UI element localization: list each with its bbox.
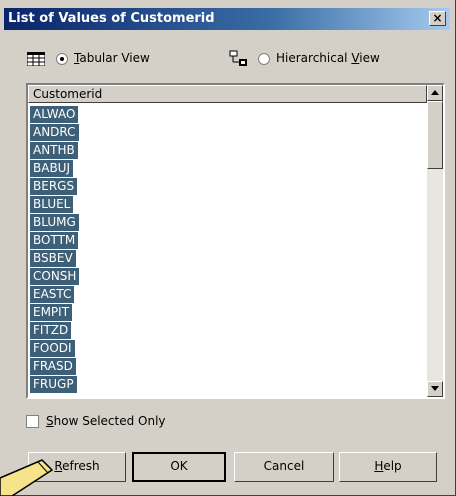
hierarchical-view-label[interactable]: Hierarchical View (276, 51, 380, 65)
list-item[interactable]: EMPIT (30, 303, 426, 321)
help-button[interactable]: Help (339, 452, 437, 482)
hierarchical-view-text-prefix: Hierarchical (276, 51, 352, 65)
help-mnemonic: H (374, 459, 384, 473)
list-rows: ALWAO ANDRC ANTHB BABUJ BERGS BLUEL BLUMG BOTTM… (30, 105, 426, 393)
list-item-text: BABUJ (30, 160, 73, 177)
list-item[interactable]: FITZD (30, 321, 426, 339)
list-item-text: BLUEL (30, 196, 74, 213)
list-item[interactable]: FOODI (30, 339, 426, 357)
list-item-text: BERGS (30, 178, 78, 195)
list-item[interactable]: BOTTM (30, 231, 426, 249)
show-selected-text: how Selected Only (53, 414, 166, 428)
tabular-view-text: abular View (79, 51, 150, 65)
list-item-text: ALWAO (30, 106, 79, 123)
table-view-icon (27, 52, 45, 66)
list-item[interactable]: ALWAO (30, 105, 426, 123)
list-item[interactable]: BABUJ (30, 159, 426, 177)
cancel-button[interactable]: Cancel (234, 452, 334, 482)
list-item[interactable]: BSBEV (30, 249, 426, 267)
view-options: Tabular View Hierarchical View (0, 44, 456, 72)
list-item[interactable]: FRASD (30, 357, 426, 375)
show-selected-mnemonic: S (46, 414, 54, 428)
list-item-text: ANTHB (30, 142, 78, 159)
list-item[interactable]: EASTC (30, 285, 426, 303)
list-item-text: BOTTM (30, 232, 79, 249)
hierarchical-view-radio[interactable] (258, 53, 270, 65)
refresh-text: efresh (62, 459, 100, 473)
hierarchy-view-icon (229, 50, 247, 66)
list-item-text: CONSH (30, 268, 80, 285)
list-item-text: FRASD (30, 358, 76, 375)
tabular-view-radio[interactable] (56, 53, 68, 65)
show-selected-only-option[interactable]: Show Selected Only (24, 412, 264, 432)
list-item[interactable]: ANTHB (30, 141, 426, 159)
scroll-thumb[interactable] (427, 101, 443, 169)
hierarchical-view-text: iew (359, 51, 380, 65)
arrow-down-icon (431, 386, 439, 391)
list-item[interactable]: CONSH (30, 267, 426, 285)
list-item-text: BLUMG (30, 214, 79, 231)
list-item[interactable]: ANDRC (30, 123, 426, 141)
arrow-up-icon (431, 90, 439, 95)
list-item-text: ANDRC (30, 124, 79, 141)
help-text: elp (383, 459, 402, 473)
scroll-down-button[interactable] (427, 381, 443, 397)
close-button[interactable]: × (429, 11, 446, 26)
list-item-text: EMPIT (30, 304, 73, 321)
scroll-up-button[interactable] (427, 85, 443, 101)
vertical-scrollbar[interactable] (427, 85, 443, 397)
list-item-text: FOODI (30, 340, 75, 357)
list-item-text: EASTC (30, 286, 75, 303)
column-header-customerid[interactable]: Customerid (28, 85, 427, 103)
list-item[interactable]: FRUGP (30, 375, 426, 393)
customerid-listbox[interactable]: Customerid ALWAO ANDRC ANTHB BABUJ BERGS BLUE… (26, 83, 445, 399)
list-item[interactable]: BERGS (30, 177, 426, 195)
tabular-view-label[interactable]: Tabular View (74, 51, 150, 65)
list-item-text: FRUGP (30, 376, 77, 393)
list-item[interactable]: BLUEL (30, 195, 426, 213)
title-bar[interactable]: List of Values of Customerid × (4, 8, 450, 30)
list-of-values-dialog: List of Values of Customerid × Tabular V… (0, 0, 456, 496)
ok-button[interactable]: OK (132, 452, 226, 482)
pencil-annotation-icon (0, 459, 54, 496)
show-selected-only-label[interactable]: Show Selected Only (46, 414, 166, 428)
list-item-text: BSBEV (30, 250, 76, 267)
show-selected-only-checkbox[interactable] (26, 415, 39, 428)
window-title: List of Values of Customerid (8, 11, 215, 26)
list-item[interactable]: BLUMG (30, 213, 426, 231)
list-item-text: FITZD (30, 322, 72, 339)
